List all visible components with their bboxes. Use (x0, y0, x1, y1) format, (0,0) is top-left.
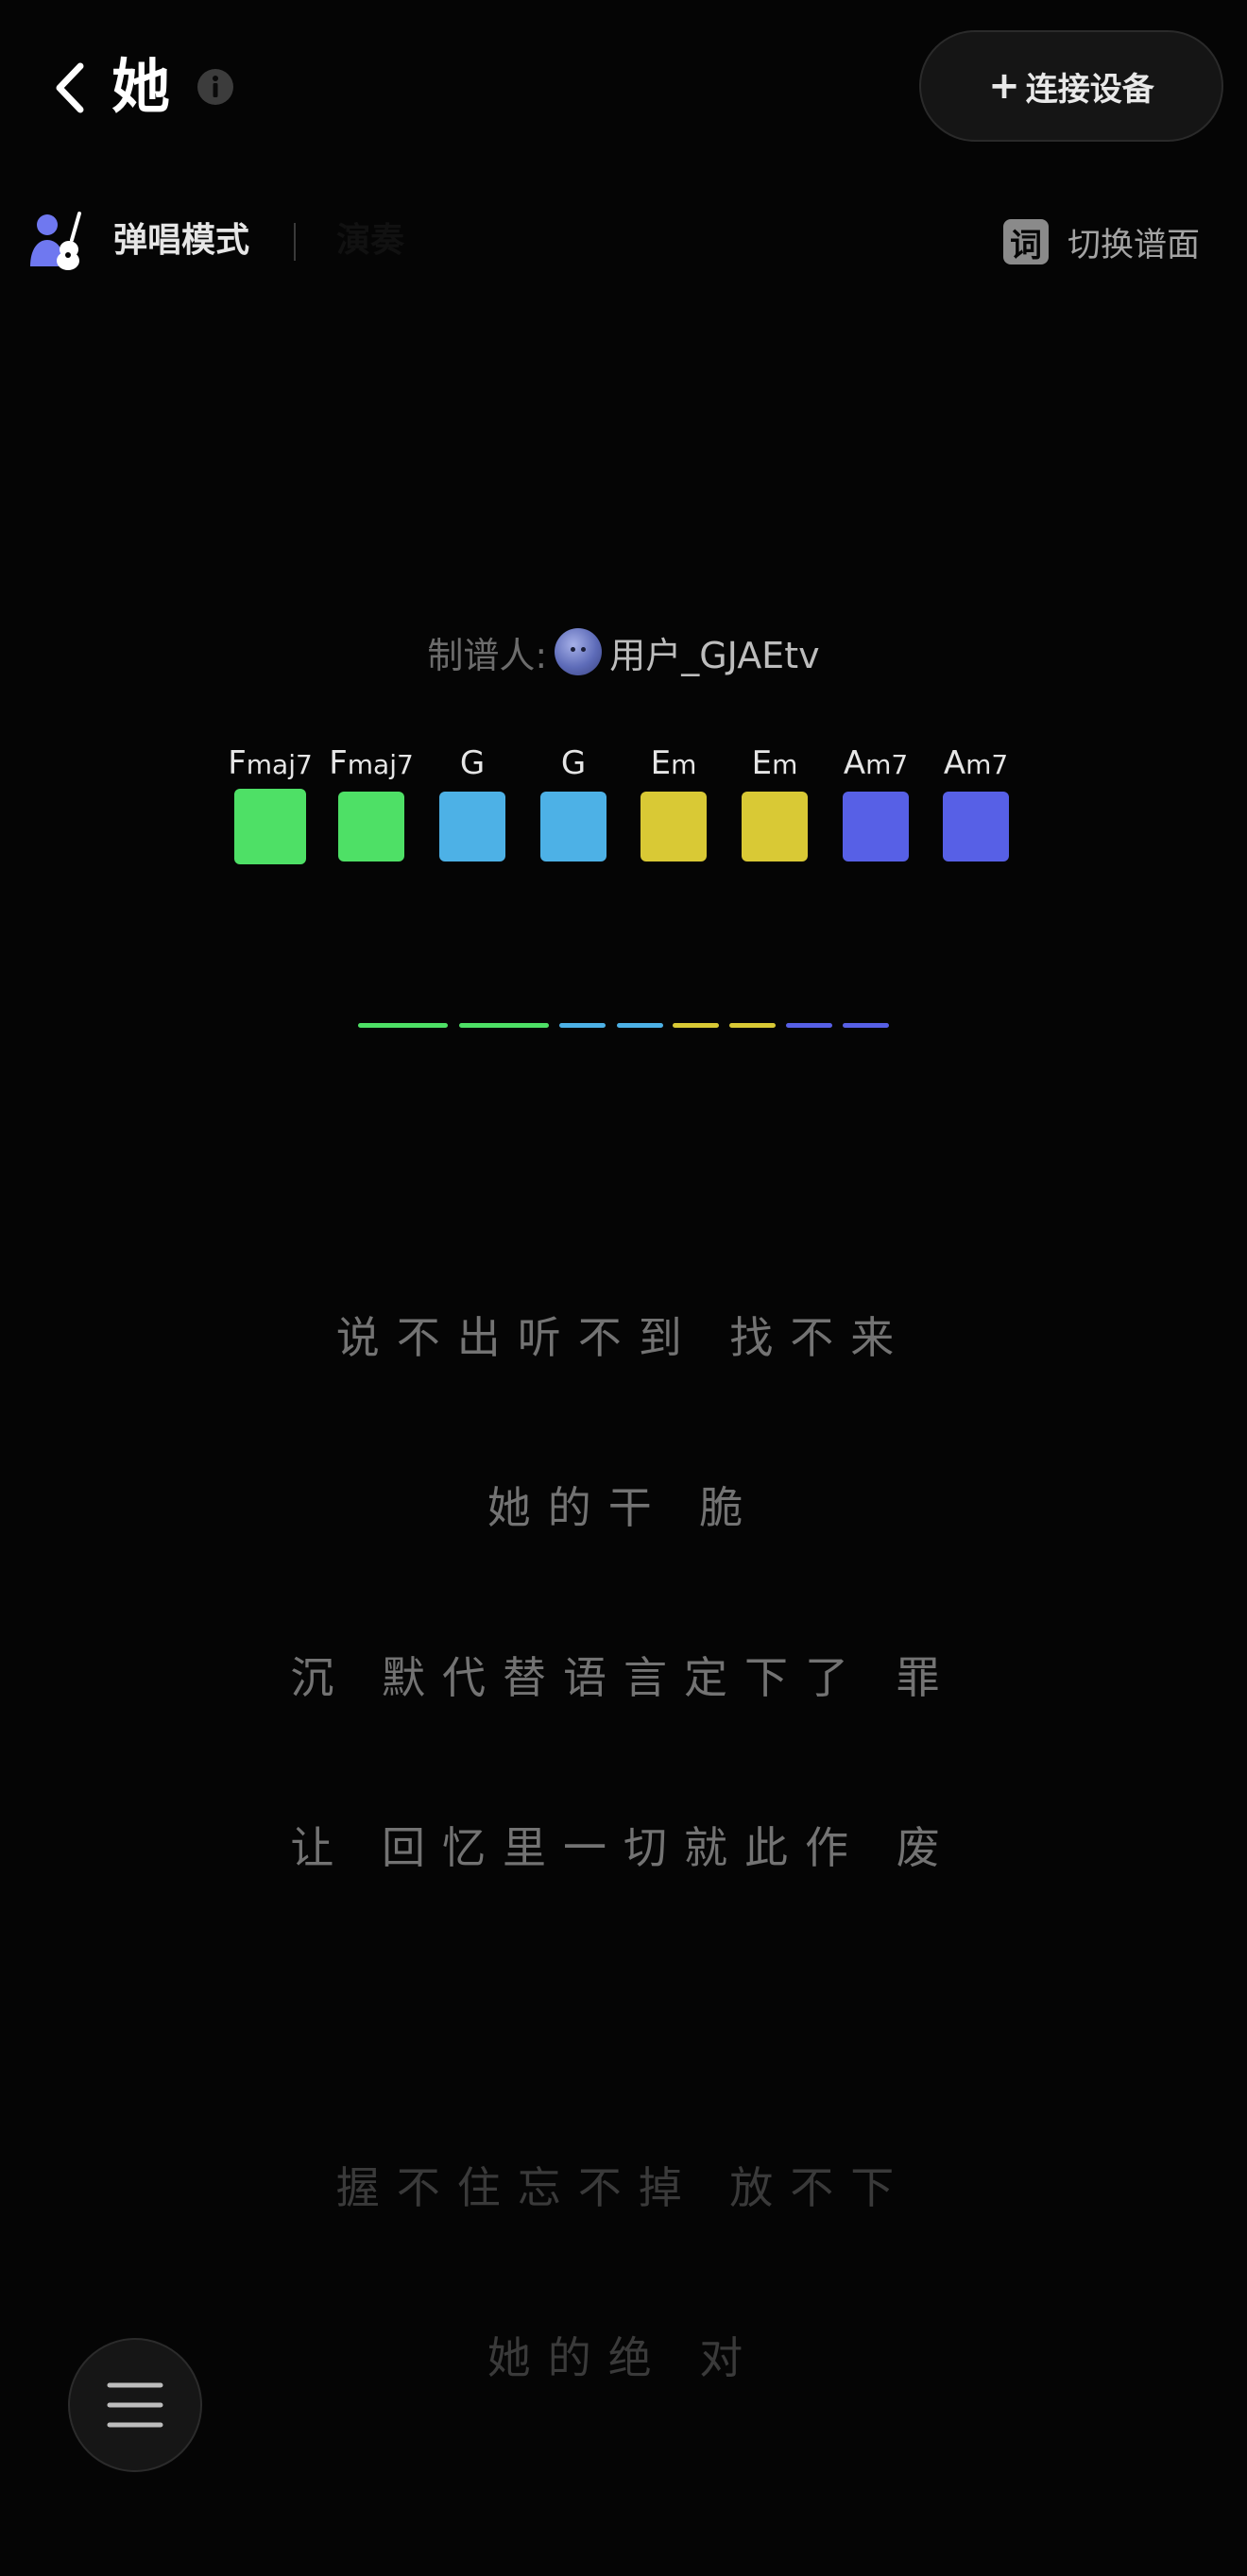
lyric-line: 沉 默代替语言定下了 罪 (290, 1652, 957, 1703)
chord-suffix: m (671, 749, 697, 780)
score-author: 制谱人: 用户_GJAEtv (0, 623, 1247, 680)
progress-segment (617, 1023, 663, 1028)
progress-segment (673, 1023, 719, 1028)
back-button[interactable] (42, 55, 98, 121)
chord-root: F (228, 744, 247, 782)
chord-name: G (420, 742, 524, 784)
chord-root: A (843, 744, 866, 782)
chord-item[interactable]: Am7 (824, 742, 928, 862)
avatar[interactable] (555, 628, 603, 675)
chord-suffix: m7 (965, 749, 1009, 780)
chord-block[interactable] (742, 792, 808, 862)
author-prefix: 制谱人: (427, 634, 548, 676)
switch-score-button[interactable]: 词 切换谱面 (1003, 215, 1200, 268)
chord-name: Fmaj7 (319, 742, 423, 784)
chord-name: Em (622, 742, 726, 784)
chord-block[interactable] (540, 792, 606, 862)
chord-item[interactable]: Am7 (924, 742, 1028, 862)
menu-button[interactable] (68, 2338, 202, 2472)
lyric-line: 握不住忘不掉 放不下 (335, 2162, 912, 2213)
perform-mode-tab[interactable]: 演奏 (336, 215, 404, 266)
lyric-line: 让 回忆里一切就此作 废 (290, 1822, 957, 1873)
chord-item[interactable]: Fmaj7 (319, 742, 423, 862)
chord-suffix: maj7 (347, 749, 414, 780)
chord-suffix: m7 (865, 749, 909, 780)
chord-suffix: maj7 (246, 749, 313, 780)
progress-segment (786, 1023, 832, 1028)
chord-block[interactable] (338, 792, 404, 862)
chevron-left-icon (56, 62, 84, 113)
chord-name: Am7 (924, 742, 1028, 784)
progress-segment (729, 1023, 776, 1028)
guitar-person-icon (30, 212, 81, 270)
chord-item[interactable]: Em (622, 742, 726, 862)
chord-root: F (329, 744, 348, 782)
mode-divider (294, 223, 296, 261)
chord-root: E (650, 744, 672, 782)
play-sing-mode-tab[interactable]: 弹唱模式 (113, 215, 249, 266)
connect-device-button[interactable]: + 连接设备 (919, 30, 1223, 142)
info-icon[interactable] (196, 68, 234, 106)
plus-icon: + (988, 64, 1020, 108)
progress-segment (559, 1023, 606, 1028)
chord-name: Am7 (824, 742, 928, 784)
connect-device-label: 连接设备 (1025, 70, 1154, 109)
hamburger-menu-icon (107, 2382, 163, 2428)
switch-score-label: 切换谱面 (1068, 226, 1201, 264)
lyrics-icon: 词 (1003, 219, 1049, 264)
chord-block[interactable] (641, 792, 707, 862)
progress-segment (358, 1023, 448, 1028)
chord-name: G (521, 742, 625, 784)
chord-block[interactable] (439, 792, 505, 862)
song-title: 她 (111, 52, 171, 121)
chord-root: A (943, 744, 966, 782)
chord-item[interactable]: G (521, 742, 625, 862)
chord-suffix: m (772, 749, 798, 780)
chord-block[interactable] (234, 789, 306, 864)
lyric-line: 说不出听不到 找不来 (335, 1312, 912, 1363)
progress-segment (459, 1023, 549, 1028)
chord-item[interactable]: Fmaj7 (218, 742, 322, 864)
chord-item[interactable]: G (420, 742, 524, 862)
progress-segment (843, 1023, 889, 1028)
chord-root: G (459, 744, 486, 782)
chord-item[interactable]: Em (723, 742, 827, 862)
chord-name: Fmaj7 (218, 742, 322, 784)
chord-name: Em (723, 742, 827, 784)
chord-root: E (751, 744, 773, 782)
chord-root: G (560, 744, 587, 782)
author-name[interactable]: 用户_GJAEtv (609, 626, 819, 678)
chord-block[interactable] (843, 792, 909, 862)
chord-block[interactable] (943, 792, 1009, 862)
lyric-line: 她的干 脆 (487, 1482, 760, 1533)
